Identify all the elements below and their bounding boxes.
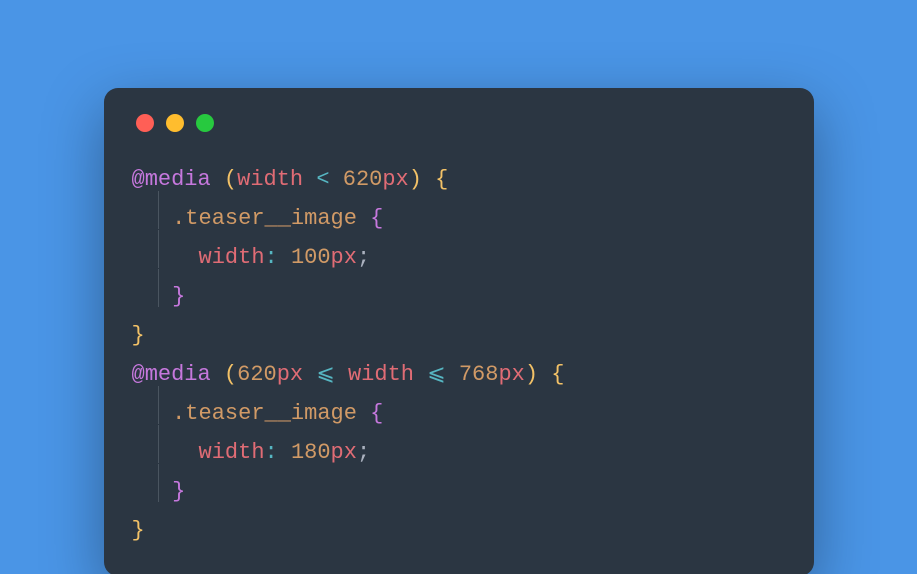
open-paren: (	[224, 362, 237, 387]
selector: .teaser__image	[172, 206, 357, 231]
close-brace: }	[132, 323, 145, 348]
number-literal: 768	[459, 362, 499, 387]
unit: px	[331, 245, 357, 270]
open-brace: {	[435, 167, 448, 192]
css-property: width	[199, 245, 265, 270]
unit: px	[331, 440, 357, 465]
semicolon: ;	[357, 440, 370, 465]
at-rule-keyword: @media	[132, 362, 211, 387]
window-controls	[136, 114, 786, 132]
close-paren: )	[525, 362, 538, 387]
open-paren: (	[224, 167, 237, 192]
unit: px	[382, 167, 408, 192]
close-icon[interactable]	[136, 114, 154, 132]
number-literal: 620	[343, 167, 383, 192]
open-brace: {	[551, 362, 564, 387]
operator-lte: ⩽	[427, 362, 445, 387]
query-property: width	[348, 362, 414, 387]
number-literal: 100	[291, 245, 331, 270]
maximize-icon[interactable]	[196, 114, 214, 132]
open-brace: {	[370, 401, 383, 426]
code-block: @media (width < 620px) { .teaser__image …	[132, 160, 786, 550]
close-brace: }	[172, 284, 185, 309]
number-literal: 180	[291, 440, 331, 465]
unit: px	[498, 362, 524, 387]
code-window: @media (width < 620px) { .teaser__image …	[104, 88, 814, 574]
operator-lt: <	[316, 167, 329, 192]
colon: :	[265, 440, 278, 465]
number-literal: 620	[237, 362, 277, 387]
colon: :	[265, 245, 278, 270]
css-property: width	[199, 440, 265, 465]
close-paren: )	[409, 167, 422, 192]
close-brace: }	[172, 479, 185, 504]
selector: .teaser__image	[172, 401, 357, 426]
operator-lte: ⩽	[316, 362, 334, 387]
close-brace: }	[132, 518, 145, 543]
semicolon: ;	[357, 245, 370, 270]
minimize-icon[interactable]	[166, 114, 184, 132]
open-brace: {	[370, 206, 383, 231]
at-rule-keyword: @media	[132, 167, 211, 192]
unit: px	[277, 362, 303, 387]
query-property: width	[237, 167, 303, 192]
